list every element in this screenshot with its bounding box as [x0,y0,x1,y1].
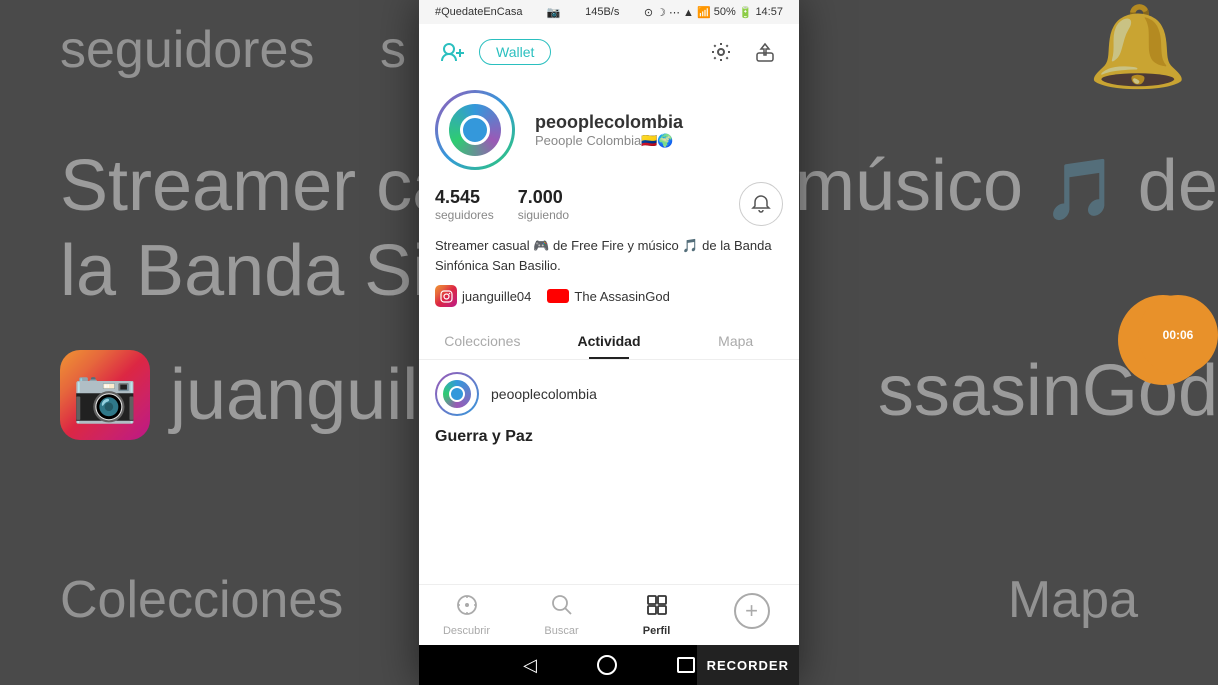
bell-button[interactable] [739,182,783,226]
activity-avatar [435,372,479,416]
profile-realname: Peoople Colombia🇨🇴🌍 [535,133,783,149]
add-person-button[interactable] [435,34,471,70]
android-nav-bar: ◁ RECORDER [419,645,799,685]
status-battery: 50% [714,6,736,18]
bg-seguidores-text: seguidores [60,20,314,80]
followers-label: seguidores [435,208,494,222]
status-icons: ⊙ ☽ ⋯ ▲ 📶 [644,6,711,19]
status-camera: 📷 [547,6,561,19]
instagram-handle: juanguille04 [462,289,531,304]
recents-button[interactable] [677,657,695,673]
profile-section: peooplecolombia Peoople Colombia🇨🇴🌍 4.54… [419,80,799,323]
bg-s-text: s [380,20,406,80]
social-links: juanguille04 The AssasinGod [435,285,783,307]
buscar-label: Buscar [544,625,578,637]
stats-row: 4.545 seguidores 7.000 siguiendo [435,182,783,226]
nav-perfil[interactable]: Perfil [609,585,704,645]
followers-stat: 4.545 seguidores [435,187,494,222]
bg-mapa-text: Mapa [1008,570,1138,630]
bio-text: Streamer casual 🎮 de Free Fire y músico … [435,236,783,275]
phone-frame: #QuedateEnCasa 📷 145B/s ⊙ ☽ ⋯ ▲ 📶 50% 🔋 … [419,0,799,685]
wallet-button[interactable]: Wallet [479,39,551,65]
perfil-label: Perfil [643,625,671,637]
following-count: 7.000 [518,187,563,208]
youtube-link[interactable]: The AssasinGod [547,289,669,304]
bg-instagram-row: 📷 juanguille [60,350,474,440]
bg-instagram-icon: 📷 [60,350,150,440]
bg-timer-badge2: 00:06 [1138,295,1218,375]
tab-mapa[interactable]: Mapa [672,323,799,359]
status-speed: 145B/s [585,6,619,18]
status-bar: #QuedateEnCasa 📷 145B/s ⊙ ☽ ⋯ ▲ 📶 50% 🔋 … [419,0,799,24]
share-button[interactable] [747,34,783,70]
youtube-channel: The AssasinGod [574,289,669,304]
bg-colecciones-text: Colecciones [60,570,343,630]
nav-buscar[interactable]: Buscar [514,585,609,645]
bg-bell-icon: 🔔 [1088,0,1188,94]
post-title: Guerra y Paz [435,428,783,446]
status-time: 14:57 [755,6,783,18]
following-label: siguiendo [518,208,569,222]
search-icon [550,593,574,623]
status-hashtag: #QuedateEnCasa [435,6,522,18]
followers-count: 4.545 [435,187,480,208]
tabs: Colecciones Actividad Mapa [419,323,799,360]
instagram-icon [435,285,457,307]
settings-button[interactable] [703,34,739,70]
tab-colecciones[interactable]: Colecciones [419,323,546,359]
bottom-nav: Descubrir Buscar [419,584,799,645]
post-item[interactable]: Guerra y Paz [435,428,783,446]
nav-plus[interactable]: + [704,585,799,645]
home-button[interactable] [597,655,617,675]
descubrir-label: Descubrir [443,625,490,637]
plus-icon: + [734,593,770,629]
tab-actividad[interactable]: Actividad [546,323,673,359]
app-content: Wallet [419,24,799,685]
compass-icon [455,593,479,623]
status-battery-icon: 🔋 [739,6,753,19]
youtube-icon [547,289,569,303]
profile-username: peooplecolombia [535,112,783,133]
following-stat: 7.000 siguiendo [518,187,569,222]
activity-username: peooplecolombia [491,386,597,402]
top-bar: Wallet [419,24,799,80]
avatar [435,90,515,170]
nav-descubrir[interactable]: Descubrir [419,585,514,645]
instagram-link[interactable]: juanguille04 [435,285,531,307]
recorder-badge: RECORDER [697,645,799,685]
list-item: peooplecolombia [435,372,783,416]
back-button[interactable]: ◁ [523,655,537,676]
grid-icon [645,593,669,623]
activity-feed: peooplecolombia Guerra y Paz [419,360,799,584]
